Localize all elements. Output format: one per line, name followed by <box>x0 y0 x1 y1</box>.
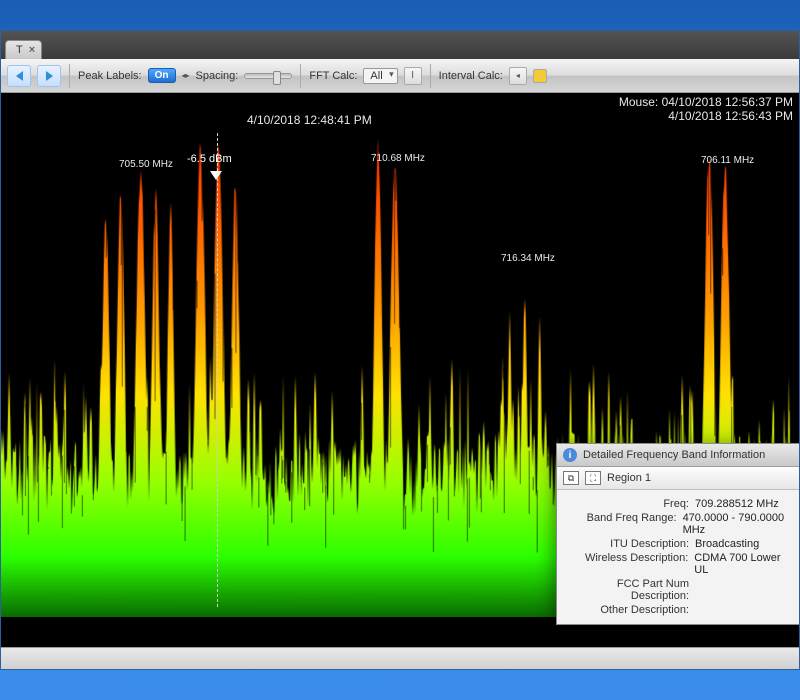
fft-calc-dropdown[interactable]: All <box>363 68 397 84</box>
toolbar: Peak Labels: On ◂▸ Spacing: FFT Calc: Al… <box>1 59 799 93</box>
tab-label: T <box>16 44 23 56</box>
separator <box>300 64 301 88</box>
status-bar <box>1 647 799 669</box>
row-value: CDMA 700 Lower UL <box>694 552 797 576</box>
timestamp-right: 4/10/2018 12:56:43 PM <box>668 109 793 123</box>
row-value: 470.0000 - 790.0000 MHz <box>683 512 797 536</box>
nav-back-button[interactable] <box>7 65 31 87</box>
interval-calc-label: Interval Calc: <box>439 70 503 82</box>
interval-marker-icon <box>533 69 547 83</box>
mouse-time: 04/10/2018 12:56:37 PM <box>662 95 793 109</box>
peak-labels-label: Peak Labels: <box>78 70 142 82</box>
spectrum-view[interactable]: Mouse: 04/10/2018 12:56:37 PM 4/10/2018 … <box>1 93 799 647</box>
region-label: Region 1 <box>607 472 651 484</box>
peak-labels-stepper[interactable]: ◂▸ <box>182 71 190 80</box>
spacing-slider[interactable] <box>244 73 292 79</box>
row-key: Band Freq Range: <box>565 512 683 536</box>
timestamp-cursor: 4/10/2018 12:48:41 PM <box>247 113 372 127</box>
cursor-readout: -6.5 dBm <box>187 153 232 165</box>
fft-calc-label: FFT Calc: <box>309 70 357 82</box>
row-key: Other Description: <box>565 604 695 616</box>
status-readout: Mouse: 04/10/2018 12:56:37 PM 4/10/2018 … <box>619 95 793 123</box>
panel-body: Freq:709.288512 MHz Band Freq Range:470.… <box>557 490 799 624</box>
panel-title: Detailed Frequency Band Information <box>583 449 765 461</box>
expand-icon[interactable]: ⛶ <box>585 471 601 485</box>
document-tab[interactable]: T × <box>5 40 42 59</box>
frequency-info-panel[interactable]: i Detailed Frequency Band Information ⧉ … <box>556 443 799 625</box>
spacing-label: Spacing: <box>196 70 239 82</box>
info-icon: i <box>563 448 577 462</box>
separator <box>430 64 431 88</box>
separator <box>69 64 70 88</box>
app-window: T × Peak Labels: On ◂▸ Spacing: FFT Calc… <box>0 30 800 670</box>
mouse-label: Mouse: <box>619 95 658 109</box>
peak-label: 705.50 MHz <box>119 159 173 170</box>
peak-label: 706.11 MHz <box>701 155 754 166</box>
nav-forward-button[interactable] <box>37 65 61 87</box>
panel-subheader: ⧉ ⛶ Region 1 <box>557 467 799 490</box>
peak-labels-toggle[interactable]: On <box>148 68 176 83</box>
chevron-down-icon <box>210 171 222 180</box>
row-key: ITU Description: <box>565 538 695 550</box>
row-value: 709.288512 MHz <box>695 498 779 510</box>
interval-left-button[interactable]: ◂ <box>509 67 527 85</box>
peak-label: 716.34 MHz <box>501 253 555 264</box>
row-key: FCC Part Num Description: <box>565 578 695 602</box>
tab-bar: T × <box>1 31 799 59</box>
row-value: Broadcasting <box>695 538 759 550</box>
copy-icon[interactable]: ⧉ <box>563 471 579 485</box>
fft-info-button[interactable]: I <box>404 67 422 85</box>
close-icon[interactable]: × <box>29 44 35 56</box>
panel-title-bar[interactable]: i Detailed Frequency Band Information <box>557 444 799 467</box>
cursor-line[interactable] <box>217 133 218 607</box>
row-key: Freq: <box>565 498 695 510</box>
peak-label: 710.68 MHz <box>371 153 425 164</box>
row-key: Wireless Description: <box>565 552 694 576</box>
